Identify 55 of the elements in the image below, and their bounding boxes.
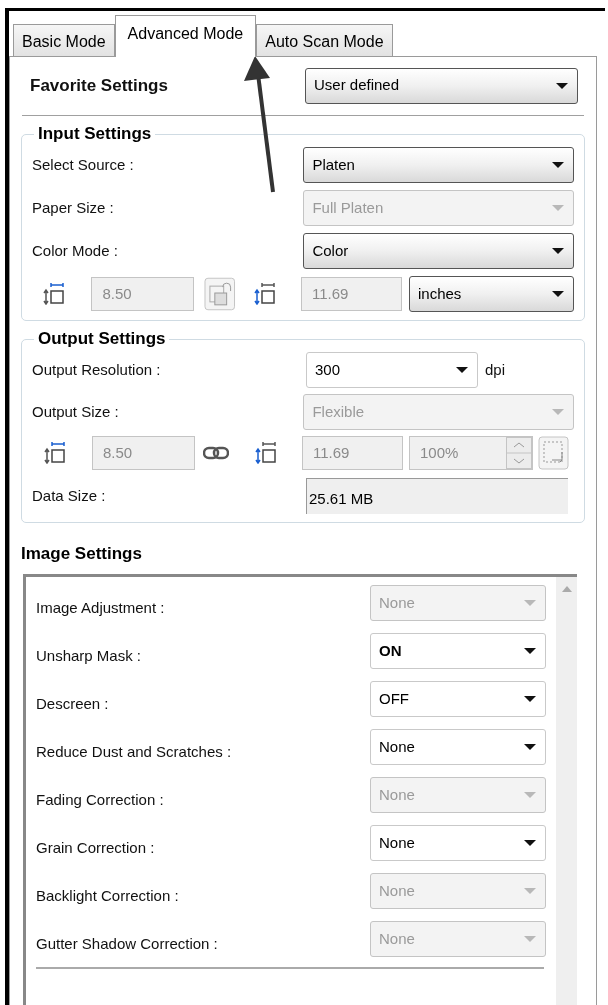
- field-label: Gutter Shadow Correction :: [36, 933, 219, 954]
- field-label: Descreen :: [36, 693, 110, 714]
- field-label: Data Size :: [32, 485, 107, 506]
- dropdown[interactable]: inches: [409, 276, 574, 312]
- field-label: Unsharp Mask :: [36, 645, 143, 666]
- caret-icon: [551, 204, 565, 212]
- field-label: Fading Correction :: [36, 789, 165, 810]
- tab[interactable]: Auto Scan Mode: [256, 24, 393, 56]
- caret-icon: [551, 408, 565, 416]
- dropdown[interactable]: None: [370, 825, 546, 861]
- caret-icon: [455, 366, 469, 374]
- height-icon: [254, 283, 276, 305]
- dropdown[interactable]: Color: [303, 233, 574, 269]
- width-icon: [43, 283, 66, 305]
- caret-icon: [523, 695, 537, 703]
- height-icon: [255, 442, 277, 464]
- caret-icon: [551, 161, 565, 169]
- caret-icon: [523, 599, 537, 607]
- dropdown[interactable]: 300: [306, 352, 478, 388]
- aspect-lock-icon[interactable]: [204, 277, 236, 311]
- field-label: Backlight Correction :: [36, 885, 180, 906]
- field-label: Reduce Dust and Scratches :: [36, 741, 233, 762]
- scroll-up-icon[interactable]: [560, 585, 573, 593]
- dropdown[interactable]: None: [370, 729, 546, 765]
- dropdown[interactable]: ON: [370, 633, 546, 669]
- caret-icon: [523, 887, 537, 895]
- tab[interactable]: Advanced Mode: [114, 15, 257, 57]
- field-label: Output Resolution :: [32, 359, 162, 380]
- caret-icon: [555, 81, 569, 90]
- scrollbar[interactable]: [556, 577, 577, 1005]
- dropdown[interactable]: Platen: [303, 147, 574, 183]
- field-label: Output Size :: [32, 401, 120, 422]
- section-title: Image Settings: [21, 543, 143, 565]
- caret-icon: [523, 743, 537, 751]
- tab[interactable]: Basic Mode: [13, 24, 115, 56]
- unit-label: dpi: [485, 359, 506, 380]
- field-label: Image Adjustment :: [36, 597, 166, 618]
- caret-icon: [523, 647, 537, 655]
- field-label: Grain Correction :: [36, 837, 156, 858]
- field-label: Paper Size :: [32, 197, 115, 218]
- spin-arrows-icon[interactable]: [506, 437, 532, 469]
- width-icon: [44, 442, 66, 464]
- field-label: Select Source :: [32, 154, 135, 175]
- field-label: Color Mode :: [32, 240, 119, 261]
- caret-icon: [523, 791, 537, 799]
- caret-icon: [523, 935, 537, 943]
- dropdown[interactable]: User defined: [305, 67, 578, 104]
- data-size-field: 25.61 MB: [306, 478, 568, 514]
- field-label: Favorite Settings: [30, 74, 169, 97]
- caret-icon: [551, 247, 565, 255]
- fit-icon[interactable]: [538, 436, 569, 470]
- link-icon[interactable]: [203, 446, 229, 460]
- dropdown[interactable]: OFF: [370, 681, 546, 717]
- caret-icon: [523, 839, 537, 847]
- caret-icon: [551, 290, 565, 298]
